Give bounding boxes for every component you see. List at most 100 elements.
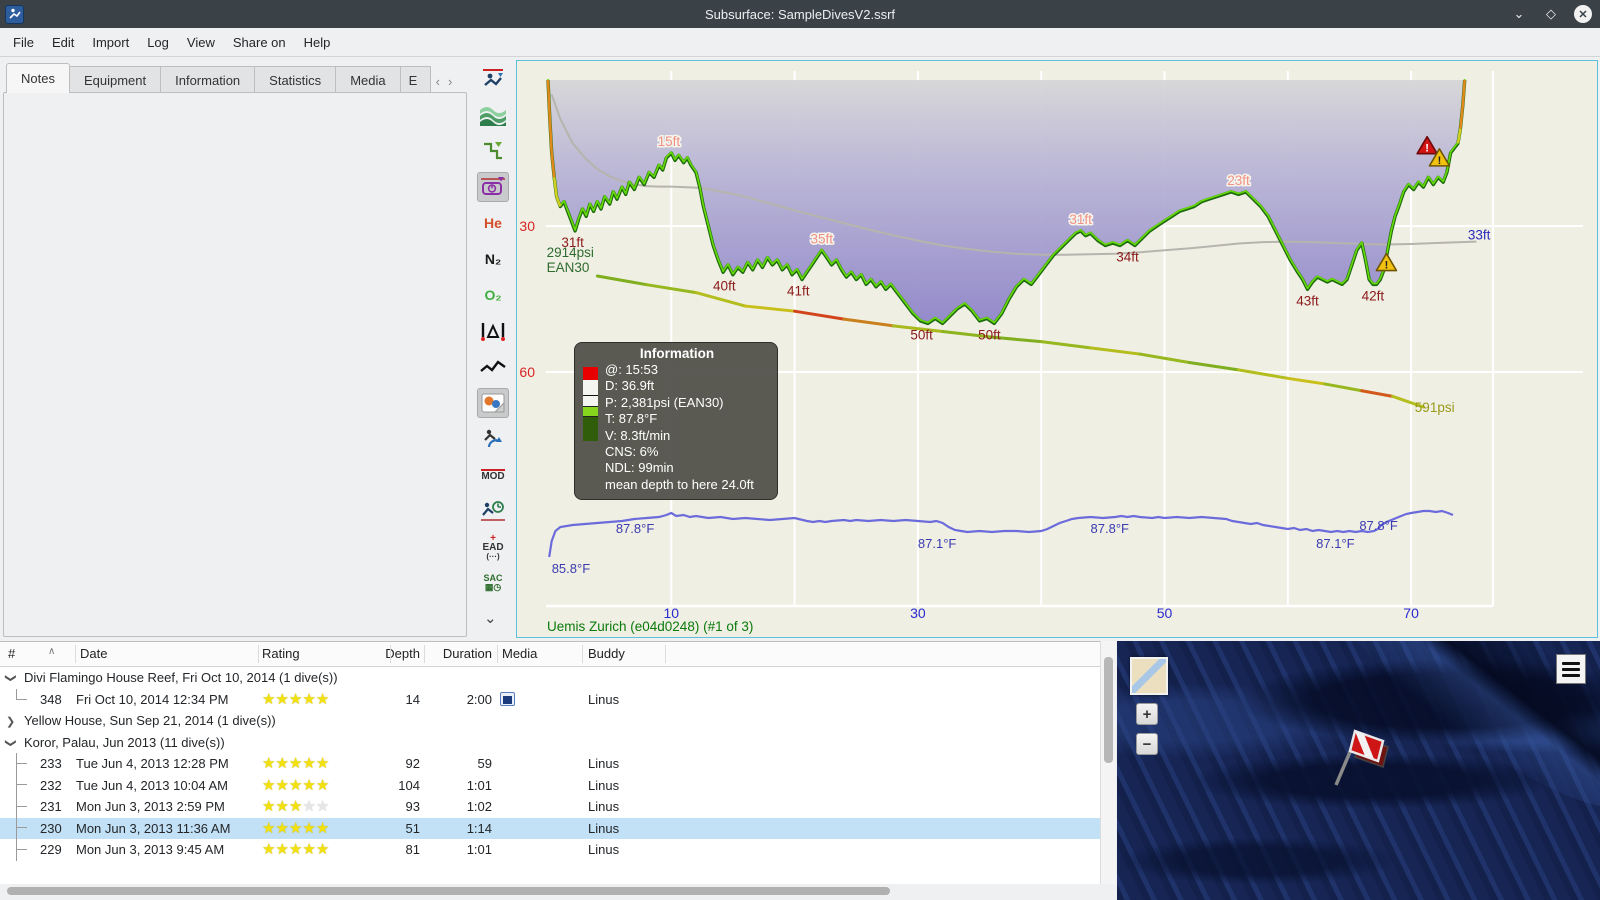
star-4[interactable]: ★ [302, 798, 315, 815]
star-5[interactable]: ★ [316, 841, 329, 858]
dive-row-230[interactable]: 230 Mon Jun 3, 2013 11:36 AM ★★★★★ 51 1:14 Li… [0, 817, 1100, 839]
scrollbar-thumb[interactable] [1104, 657, 1113, 763]
trip-row[interactable]: ❯ Divi Flamingo House Reef, Fri Oct 10, 2… [0, 667, 1100, 689]
map-zoom-out-button[interactable]: − [1136, 733, 1158, 755]
column-separator[interactable] [390, 645, 391, 663]
scrollbar-thumb[interactable] [7, 887, 890, 895]
column-header-media[interactable]: Media [502, 646, 562, 661]
collapse-icon[interactable]: ❯ [5, 674, 18, 684]
star-5[interactable]: ★ [316, 777, 329, 794]
column-separator[interactable] [258, 645, 259, 663]
map-menu-icon[interactable] [1556, 654, 1586, 684]
column-separator[interactable] [424, 645, 425, 663]
tank-bar-icon[interactable] [477, 172, 509, 202]
star-4[interactable]: ★ [302, 691, 315, 708]
star-2[interactable]: ★ [275, 777, 288, 794]
column-header-date[interactable]: Date [80, 646, 250, 661]
star-2[interactable]: ★ [275, 841, 288, 858]
star-4[interactable]: ★ [302, 755, 315, 772]
minimap-toggle[interactable] [1130, 657, 1168, 695]
calculated-ceiling-icon[interactable] [477, 100, 509, 130]
maximize-icon[interactable]: ◇ [1542, 5, 1560, 23]
pp-oxygen-icon[interactable]: O₂ [477, 280, 509, 310]
tab-information[interactable]: Information [161, 66, 256, 93]
menu-edit[interactable]: Edit [43, 31, 83, 54]
star-1[interactable]: ★ [262, 820, 275, 837]
menu-import[interactable]: Import [83, 31, 138, 54]
column-separator[interactable] [582, 645, 583, 663]
star-1[interactable]: ★ [262, 798, 275, 815]
tab-media[interactable]: Media [336, 66, 401, 93]
menu-help[interactable]: Help [295, 31, 340, 54]
tab-e[interactable]: E [400, 66, 431, 93]
star-1[interactable]: ★ [262, 841, 275, 858]
menu-file[interactable]: File [4, 31, 43, 54]
gas-switch-icon[interactable] [477, 424, 509, 454]
star-1[interactable]: ★ [262, 777, 275, 794]
star-2[interactable]: ★ [275, 755, 288, 772]
media-thumbnail-icon[interactable] [500, 691, 515, 709]
star-3[interactable]: ★ [289, 755, 302, 772]
mod-icon[interactable]: MOD [477, 460, 509, 490]
ndl-tts-icon[interactable] [477, 496, 509, 526]
star-1[interactable]: ★ [262, 755, 275, 772]
menu-view[interactable]: View [178, 31, 224, 54]
toolbar-scroll-down-icon[interactable]: ⌄ [484, 609, 497, 627]
mean-depth-icon[interactable] [477, 316, 509, 346]
ead-icon[interactable]: + EAD (···) [477, 532, 509, 562]
dive-row-232[interactable]: 232 Tue Jun 4, 2013 10:04 AM ★★★★★ 104 1:01 L… [0, 774, 1100, 796]
star-2[interactable]: ★ [275, 820, 288, 837]
star-4[interactable]: ★ [302, 841, 315, 858]
dive-list-horizontal-scrollbar[interactable] [0, 884, 1116, 898]
star-2[interactable]: ★ [275, 798, 288, 815]
star-4[interactable]: ★ [302, 820, 315, 837]
map-zoom-in-button[interactable]: + [1136, 703, 1158, 725]
sac-rate-icon[interactable]: SAC ▦◷ [477, 568, 509, 598]
star-5[interactable]: ★ [316, 755, 329, 772]
dive-flag-marker[interactable] [1322, 721, 1392, 791]
tab-scroll-left-icon[interactable]: ‹ [433, 74, 443, 89]
tab-statistics[interactable]: Statistics [255, 66, 337, 93]
ceiling-3m-increments-icon[interactable] [477, 136, 509, 166]
star-3[interactable]: ★ [289, 820, 302, 837]
star-1[interactable]: ★ [262, 691, 275, 708]
expand-icon[interactable]: ❯ [6, 715, 16, 728]
star-2[interactable]: ★ [275, 691, 288, 708]
column-header-num[interactable]: # [8, 646, 48, 661]
star-5[interactable]: ★ [316, 798, 329, 815]
dive-site-map[interactable]: + − [1117, 641, 1600, 900]
column-separator[interactable] [665, 645, 666, 663]
column-header-rating[interactable]: Rating [262, 646, 352, 661]
tab-equipment[interactable]: Equipment [69, 66, 162, 93]
tab-notes[interactable]: Notes [6, 63, 70, 93]
dive-list-header[interactable]: # Date Rating Depth Duration Media Buddy ∧ [0, 642, 1116, 667]
star-5[interactable]: ★ [316, 691, 329, 708]
tab-scroll-right-icon[interactable]: › [445, 74, 455, 89]
collapse-icon[interactable]: ❯ [5, 738, 18, 748]
photos-icon[interactable] [477, 388, 509, 418]
star-3[interactable]: ★ [289, 841, 302, 858]
column-separator[interactable] [75, 645, 76, 663]
dive-row-348[interactable]: 348 Fri Oct 10, 2014 12:34 PM ★★★★★ 14 2:00 L… [0, 688, 1100, 711]
column-header-depth[interactable]: Depth [355, 646, 420, 661]
minimize-icon[interactable]: ⌄ [1510, 5, 1528, 23]
dive-row-229[interactable]: 229 Mon Jun 3, 2013 9:45 AM ★★★★★ 81 1:01 Lin… [0, 839, 1100, 861]
heart-rate-icon[interactable] [477, 352, 509, 382]
star-4[interactable]: ★ [302, 777, 315, 794]
trip-row[interactable]: ❯ Koror, Palau, Jun 2013 (11 dive(s)) [0, 732, 1100, 754]
trip-row[interactable]: ❯ Yellow House, Sun Sep 21, 2014 (1 dive(… [0, 710, 1100, 732]
dive-row-231[interactable]: 231 Mon Jun 3, 2013 2:59 PM ★★★★★ 93 1:02 Lin… [0, 796, 1100, 818]
dive-row-233[interactable]: 233 Tue Jun 4, 2013 12:28 PM ★★★★★ 92 59 Linu… [0, 753, 1100, 775]
star-3[interactable]: ★ [289, 777, 302, 794]
pp-helium-icon[interactable]: He [477, 208, 509, 238]
star-3[interactable]: ★ [289, 798, 302, 815]
dc-ceiling-icon[interactable] [477, 64, 509, 94]
column-header-buddy[interactable]: Buddy [588, 646, 708, 661]
menu-share-on[interactable]: Share on [224, 31, 295, 54]
column-separator[interactable] [497, 645, 498, 663]
star-5[interactable]: ★ [316, 820, 329, 837]
dive-list-vertical-scrollbar[interactable] [1100, 641, 1116, 884]
star-3[interactable]: ★ [289, 691, 302, 708]
pp-nitrogen-icon[interactable]: N₂ [477, 244, 509, 274]
column-header-duration[interactable]: Duration [425, 646, 492, 661]
